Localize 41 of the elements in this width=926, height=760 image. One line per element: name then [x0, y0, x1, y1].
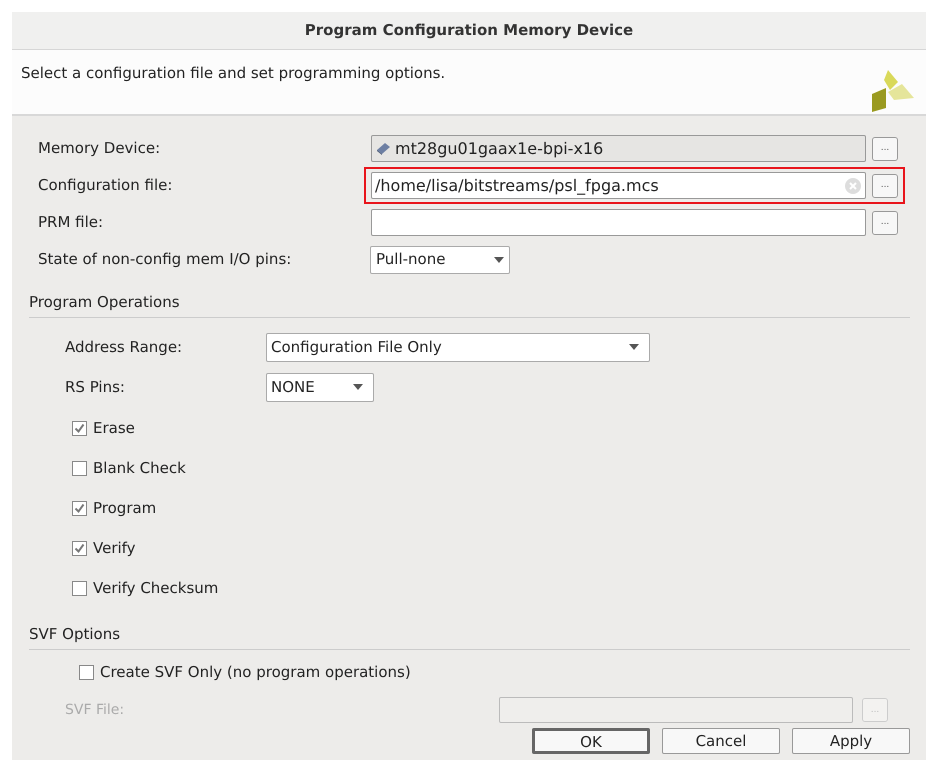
caret-icon — [353, 384, 363, 390]
checkbox[interactable] — [72, 420, 87, 436]
browse-button[interactable]: ... — [872, 136, 898, 160]
checkbox-label: Program — [93, 498, 156, 519]
section-heading: Program Operations — [29, 293, 180, 311]
window-title: Program Configuration Memory Device — [304, 20, 634, 42]
input-field[interactable]: mt28gu01gaax1e-bpi-x16 — [371, 135, 866, 162]
field-label: RS Pins: — [65, 376, 126, 398]
checkbox[interactable] — [72, 500, 87, 516]
caret-icon — [629, 344, 639, 350]
checkbox-label: Erase — [93, 418, 135, 439]
browse-button[interactable]: ... — [872, 174, 898, 198]
dialog-button[interactable]: Apply — [792, 728, 910, 754]
logo-icon — [870, 68, 914, 112]
dialog-button[interactable]: OK — [532, 728, 650, 754]
description-text: Select a configuration file and set programming options. — [21, 63, 446, 84]
field-label: SVF File: — [65, 700, 126, 720]
checkbox-label: Verify Checksum — [93, 578, 218, 599]
checkbox-label: Create SVF Only (no program operations) — [100, 662, 411, 683]
chip-icon — [375, 142, 391, 156]
dropdown[interactable]: Pull-none — [370, 246, 510, 274]
field-label: Memory Device: — [38, 138, 162, 160]
checkbox[interactable] — [72, 540, 87, 556]
checkbox[interactable] — [72, 460, 87, 476]
checkbox-label: Blank Check — [93, 458, 186, 479]
checkbox-label: Verify — [93, 538, 136, 559]
checkbox[interactable] — [72, 580, 87, 596]
field-label: Address Range: — [65, 336, 184, 358]
input-field[interactable]: /home/lisa/bitstreams/psl_fpga.mcs — [371, 172, 866, 199]
field-label: Configuration file: — [38, 175, 174, 196]
dropdown[interactable]: Configuration File Only — [266, 332, 650, 362]
input-field[interactable] — [371, 209, 866, 236]
field-label: State of non-config mem I/O pins: — [38, 249, 292, 270]
field-label: PRM file: — [38, 212, 104, 234]
section-heading: SVF Options — [29, 625, 120, 643]
caret-icon — [494, 256, 504, 262]
dropdown[interactable]: NONE — [266, 372, 374, 402]
dialog-button[interactable]: Cancel — [662, 728, 780, 754]
input-field[interactable] — [499, 697, 853, 723]
checkbox[interactable] — [79, 664, 94, 680]
browse-button[interactable]: ... — [872, 210, 898, 234]
